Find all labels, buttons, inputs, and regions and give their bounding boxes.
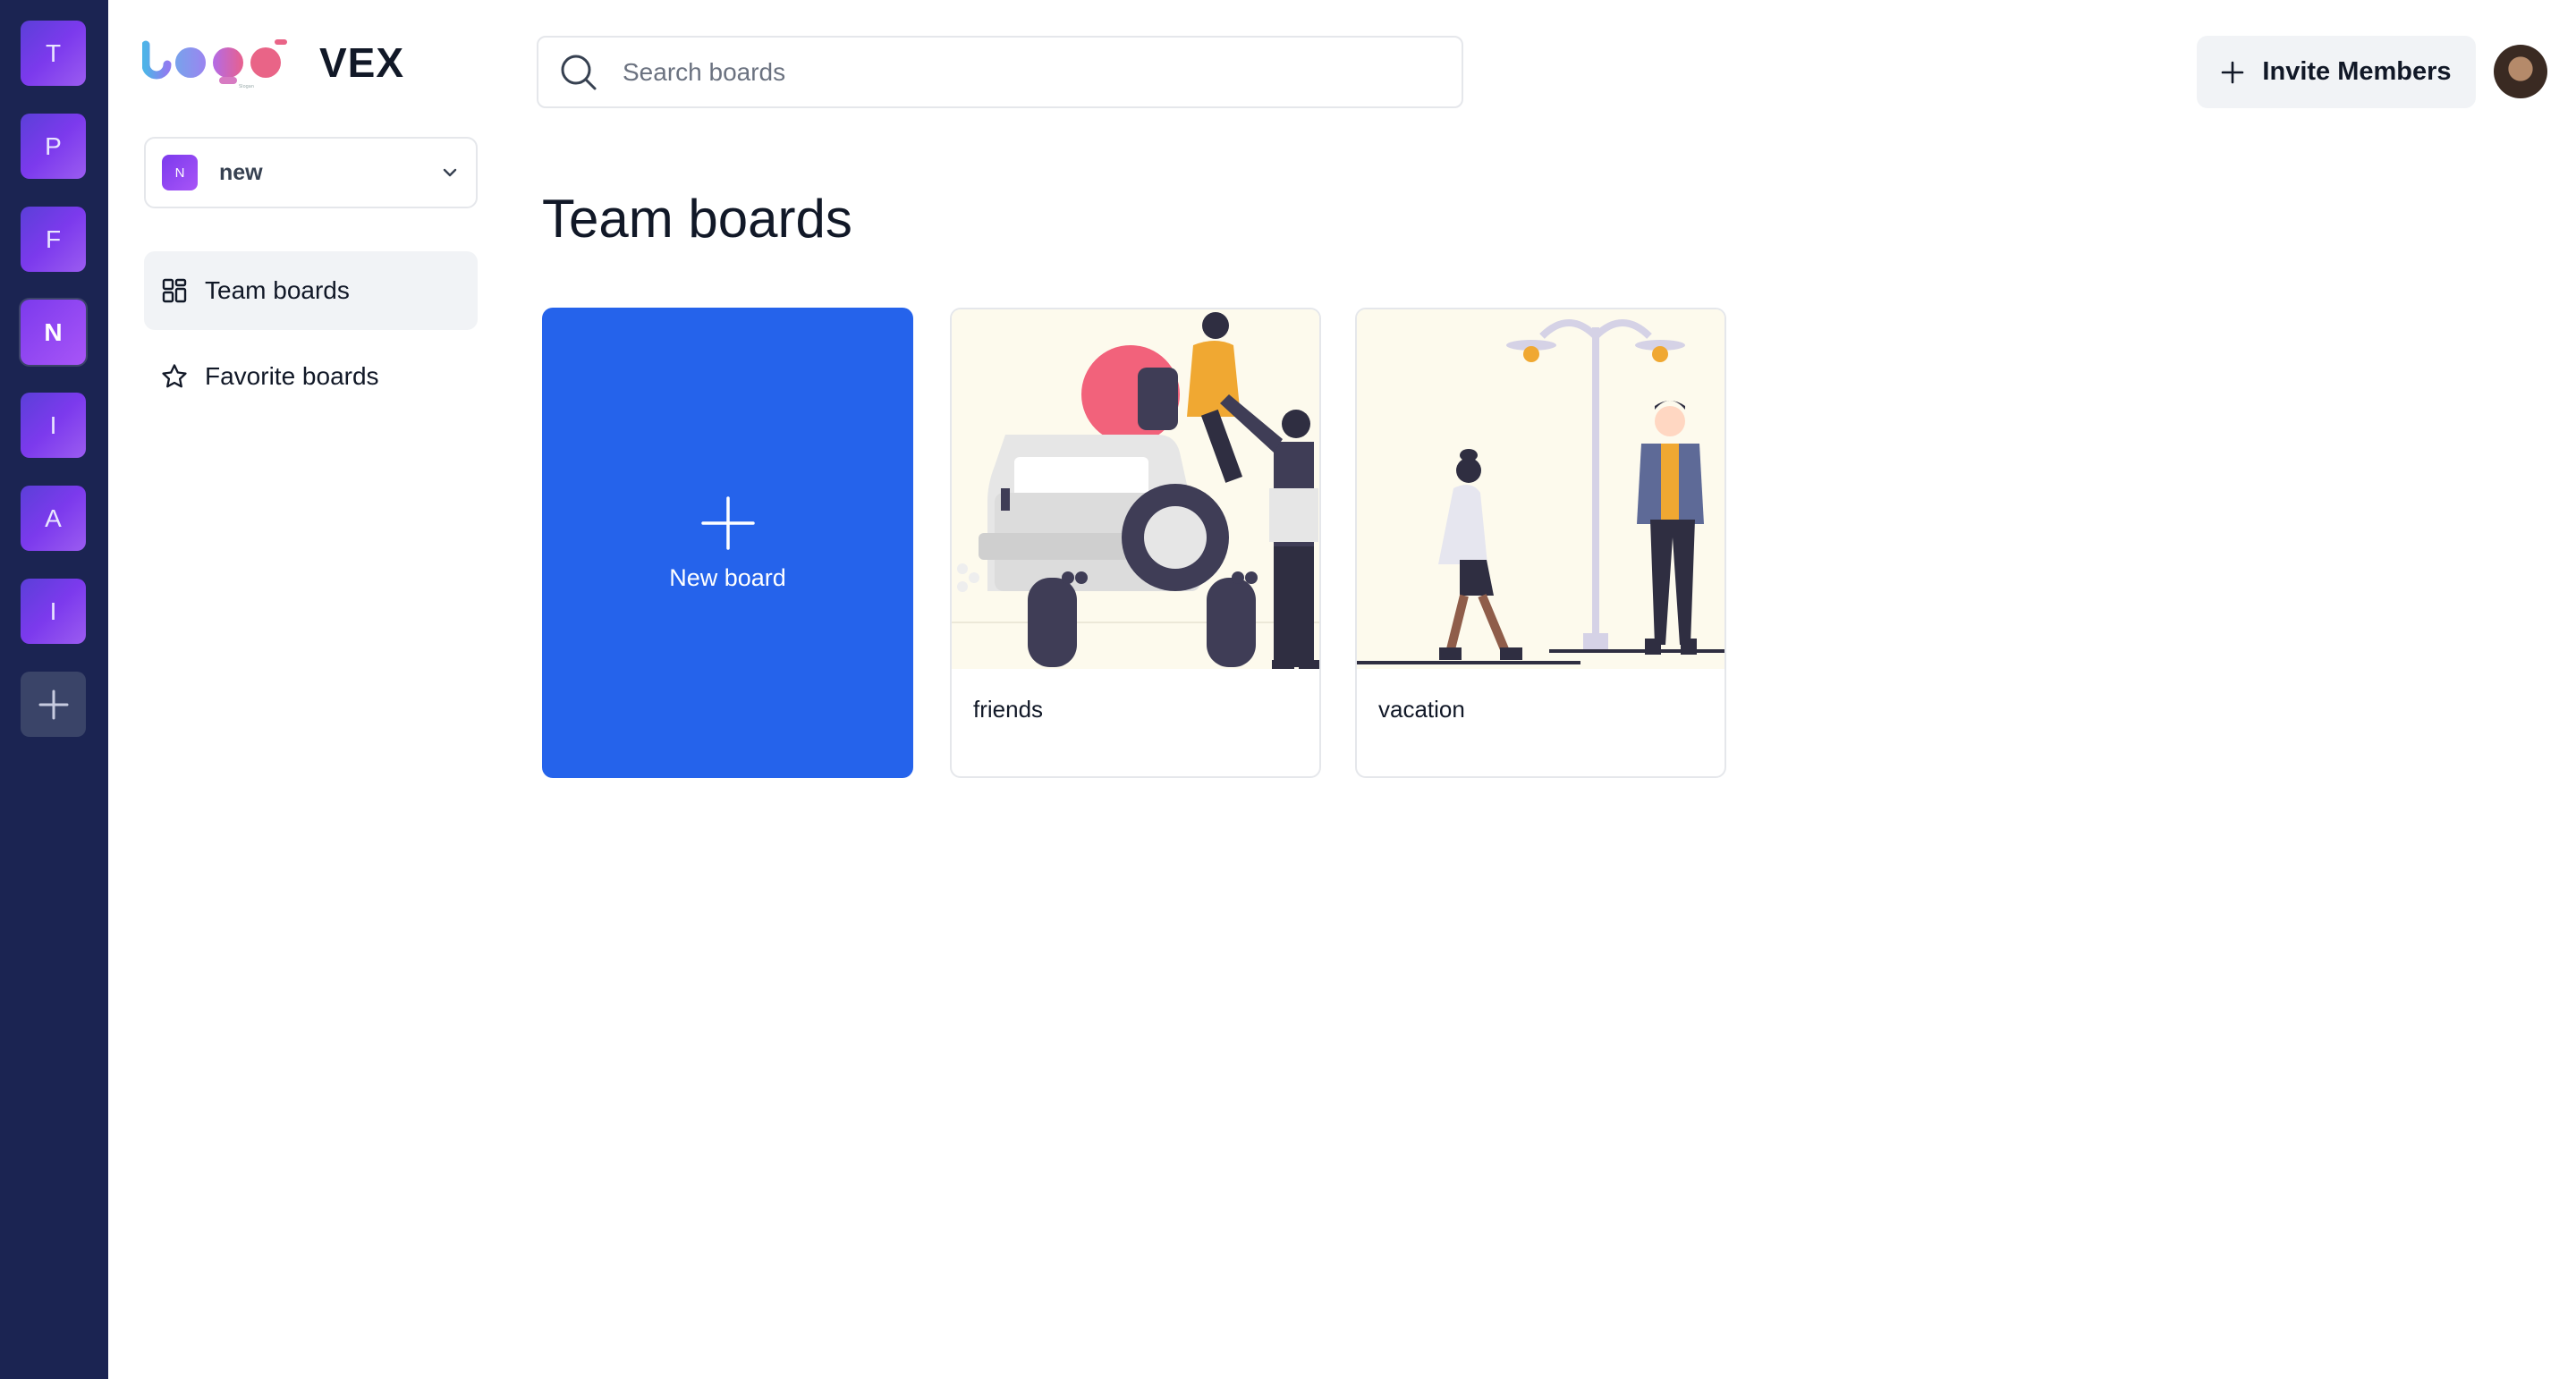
- org-letter: F: [45, 224, 62, 253]
- chevron-down-icon: [443, 168, 457, 177]
- org-select-dropdown[interactable]: N new: [144, 137, 478, 208]
- board-name: vacation: [1378, 696, 1465, 723]
- star-icon: [162, 364, 187, 388]
- new-board-label: New board: [669, 563, 786, 591]
- plus-icon: [38, 690, 68, 719]
- invite-members-button[interactable]: Invite Members: [2197, 36, 2476, 108]
- org-letter: P: [45, 131, 62, 160]
- board-card-friends[interactable]: friends: [950, 308, 1321, 778]
- org-item-p[interactable]: P: [21, 114, 86, 179]
- board-name: friends: [973, 696, 1044, 723]
- user-avatar[interactable]: [2494, 45, 2547, 98]
- logo-icon: Slogan: [142, 39, 287, 89]
- brand[interactable]: Slogan VEX: [142, 36, 404, 89]
- nav-label: Favorite boards: [205, 362, 379, 390]
- org-letter: T: [45, 38, 62, 67]
- app-root: T P F N I A I Slogan VEX N new Team boar…: [0, 0, 2576, 1379]
- board-thumbnail: [952, 309, 1319, 669]
- org-select-label: new: [219, 159, 263, 185]
- invite-members-label: Invite Members: [2262, 57, 2452, 86]
- nav-label: Team boards: [205, 276, 350, 304]
- plus-icon: [2222, 61, 2244, 83]
- org-rail: T P F N I A I: [0, 0, 108, 1379]
- page-title: Team boards: [542, 189, 852, 249]
- street-lamp-walking-illustration: [1357, 309, 1724, 669]
- new-board-button[interactable]: New board: [542, 308, 913, 778]
- org-item-a[interactable]: A: [21, 486, 86, 551]
- board-thumbnail: [1357, 309, 1724, 669]
- org-item-i[interactable]: I: [21, 393, 86, 458]
- org-item-n[interactable]: N: [21, 300, 86, 365]
- org-letter: A: [45, 503, 62, 532]
- add-org-button[interactable]: [21, 672, 86, 737]
- org-letter: I: [49, 410, 57, 439]
- nav-team-boards[interactable]: Team boards: [144, 251, 478, 330]
- svg-text:Slogan: Slogan: [239, 84, 254, 89]
- org-letter: N: [44, 317, 63, 346]
- board-card-vacation[interactable]: vacation: [1355, 308, 1726, 778]
- org-letter: I: [49, 596, 57, 625]
- brand-name: VEX: [319, 39, 405, 86]
- search-bar: [537, 36, 1463, 108]
- jeep-friends-illustration: [952, 309, 1319, 669]
- org-item-i-2[interactable]: I: [21, 579, 86, 644]
- nav-favorite-boards[interactable]: Favorite boards: [144, 337, 478, 416]
- search-input[interactable]: [623, 57, 1442, 87]
- dashboard-icon: [162, 278, 187, 303]
- org-item-f[interactable]: F: [21, 207, 86, 272]
- sidebar: Slogan VEX N new Team boards Favorite bo…: [108, 0, 502, 1379]
- search-icon: [561, 55, 597, 89]
- org-badge: N: [162, 155, 198, 190]
- org-item-t[interactable]: T: [21, 21, 86, 86]
- plus-icon: [700, 495, 755, 550]
